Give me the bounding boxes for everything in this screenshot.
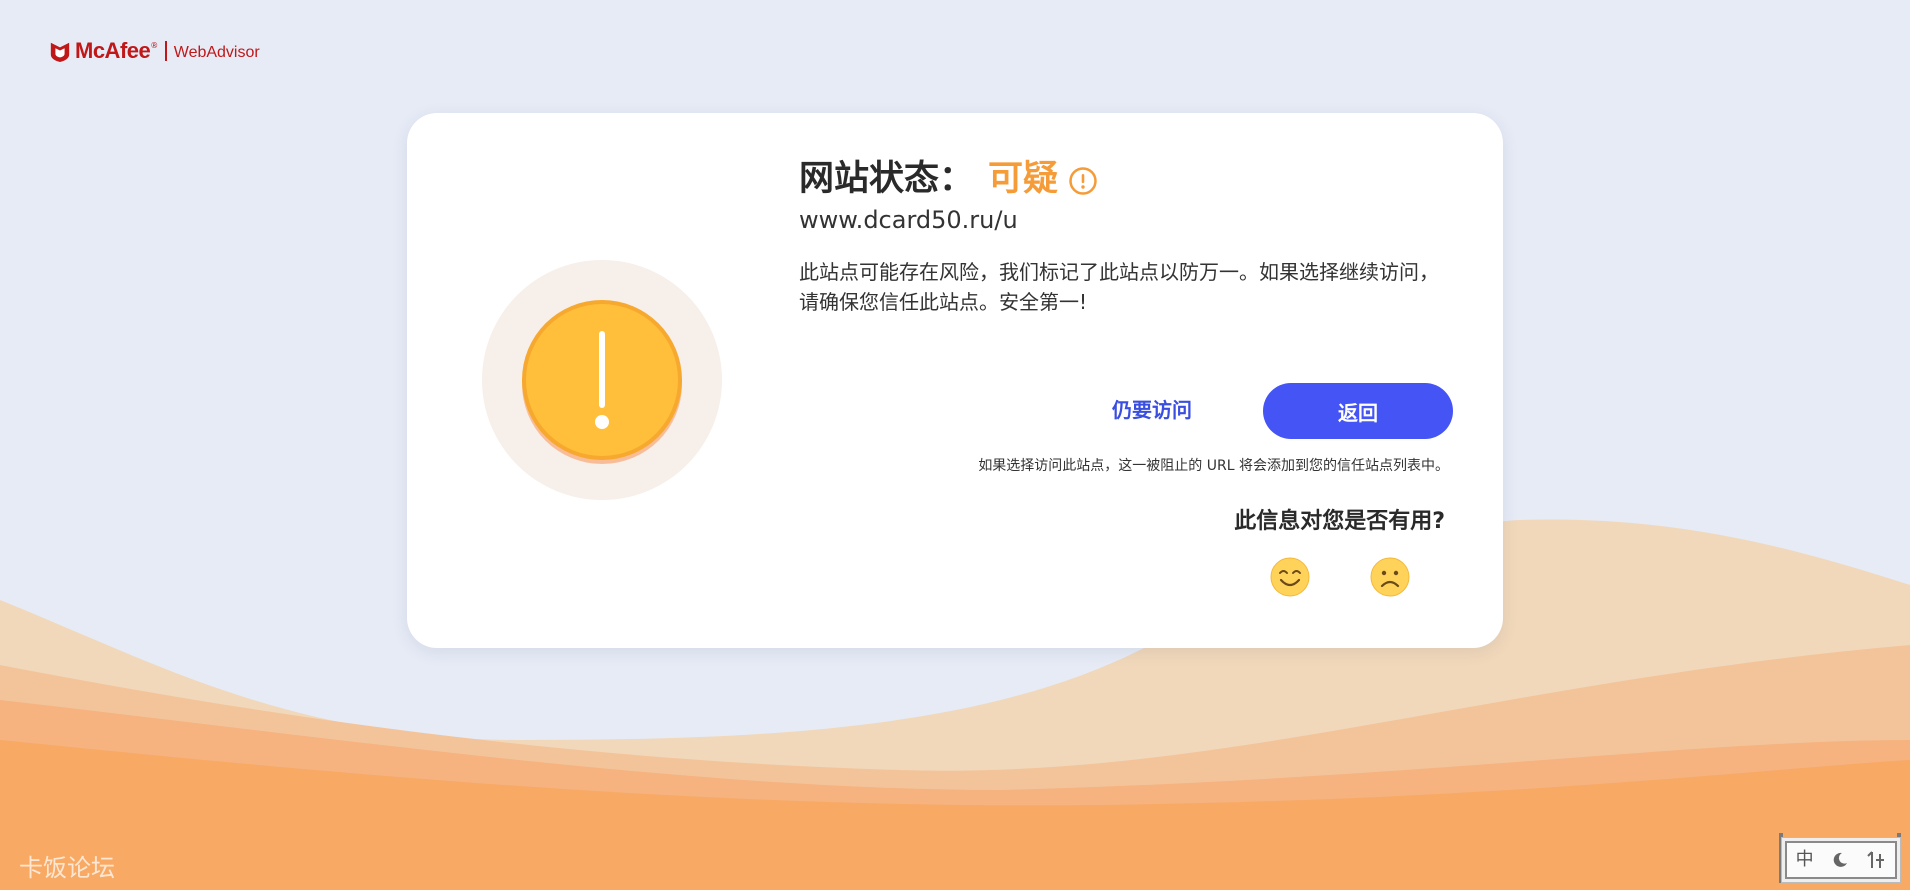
visit-anyway-link[interactable]: 仍要访问: [1097, 395, 1207, 425]
smiley-happy-icon[interactable]: [1270, 557, 1310, 597]
back-button[interactable]: 返回: [1263, 383, 1453, 439]
half-moon-icon[interactable]: [1831, 851, 1849, 869]
site-status-heading: 网站状态： 可疑: [799, 157, 1098, 201]
warning-card: 网站状态： 可疑 www.dcard50.ru/u 此站点可能存在风险，我们标记…: [407, 113, 1503, 648]
warning-exclamation-icon: [482, 260, 722, 500]
ime-panel: 中: [1785, 841, 1897, 879]
ime-toolbar: 中: [1775, 833, 1905, 883]
brand-name: McAfee: [75, 38, 151, 63]
status-value: 可疑: [988, 159, 1059, 199]
ime-mode-toggle[interactable]: 中: [1796, 849, 1814, 871]
logo-divider: [165, 41, 167, 61]
mcafee-webadvisor-logo: McAfee ® WebAdvisor: [49, 37, 260, 65]
tools-icon[interactable]: [1866, 851, 1886, 869]
status-label: 网站状态：: [799, 159, 975, 199]
trust-list-note: 如果选择访问此站点，这一被阻止的 URL 将会添加到您的信任站点列表中。: [978, 458, 1449, 474]
risk-description: 此站点可能存在风险，我们标记了此站点以防万一。如果选择继续访问，请确保您信任此站…: [799, 260, 1439, 314]
site-url: www.dcard50.ru/u: [799, 206, 1018, 234]
ime-frame-post: [1779, 833, 1783, 883]
smiley-sad-icon[interactable]: [1370, 557, 1410, 597]
product-name: WebAdvisor: [173, 43, 260, 61]
forum-watermark: 卡饭论坛: [19, 854, 115, 882]
ime-frame-post: [1897, 833, 1901, 883]
trademark-symbol: ®: [150, 41, 159, 50]
info-circle-icon[interactable]: [1068, 166, 1098, 196]
feedback-question: 此信息对您是否有用?: [1234, 509, 1445, 534]
mcafee-shield-icon: [50, 42, 70, 62]
